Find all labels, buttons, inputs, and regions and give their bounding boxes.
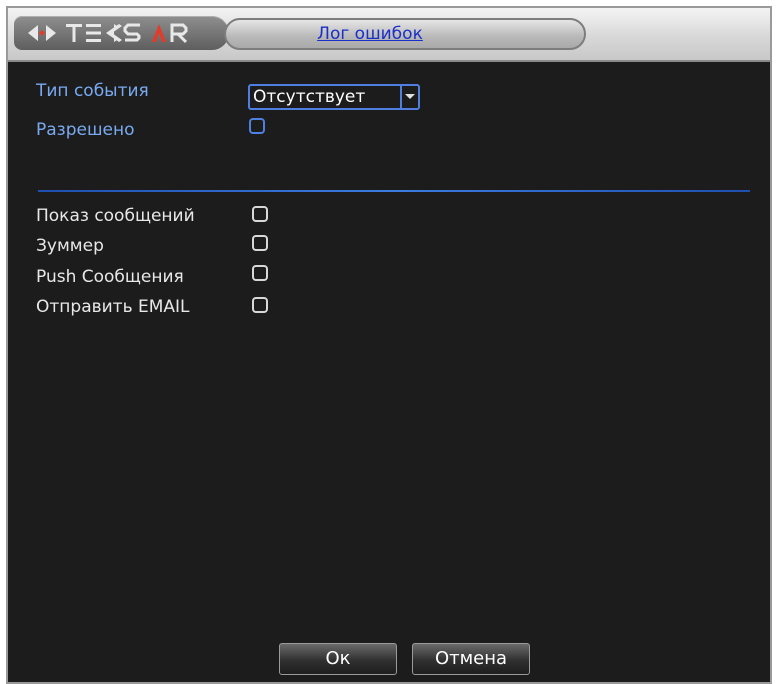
event-type-select[interactable]: Отсутствует: [248, 84, 420, 110]
enabled-checkbox[interactable]: [249, 118, 265, 134]
send-email-checkbox[interactable]: [252, 297, 268, 313]
dialog-title: Лог ошибок: [224, 18, 586, 50]
brand-logo: [14, 16, 229, 50]
ok-button[interactable]: Ок: [279, 643, 397, 675]
section-divider: [38, 190, 750, 192]
show-message-checkbox[interactable]: [252, 206, 268, 222]
event-type-value: Отсутствует: [253, 87, 366, 107]
push-label: Push Сообщения: [36, 267, 184, 287]
buzzer-label: Зуммер: [36, 236, 104, 256]
enabled-label: Разрешено: [36, 120, 135, 140]
buzzer-checkbox[interactable]: [252, 235, 268, 251]
chevron-down-icon[interactable]: [400, 86, 418, 108]
cancel-button[interactable]: Отмена: [412, 643, 530, 675]
title-bar: Лог ошибок: [8, 8, 770, 62]
push-checkbox[interactable]: [252, 265, 268, 281]
event-type-label: Тип события: [36, 81, 149, 101]
show-message-label: Показ сообщений: [36, 206, 195, 226]
brand-logo-graphic: [28, 23, 188, 44]
alarm-log-dialog: Лог ошибок Тип события Отсутствует Разре…: [6, 6, 772, 684]
dialog-title-text: Лог ошибок: [317, 24, 423, 44]
send-email-label: Отправить EMAIL: [36, 297, 190, 317]
